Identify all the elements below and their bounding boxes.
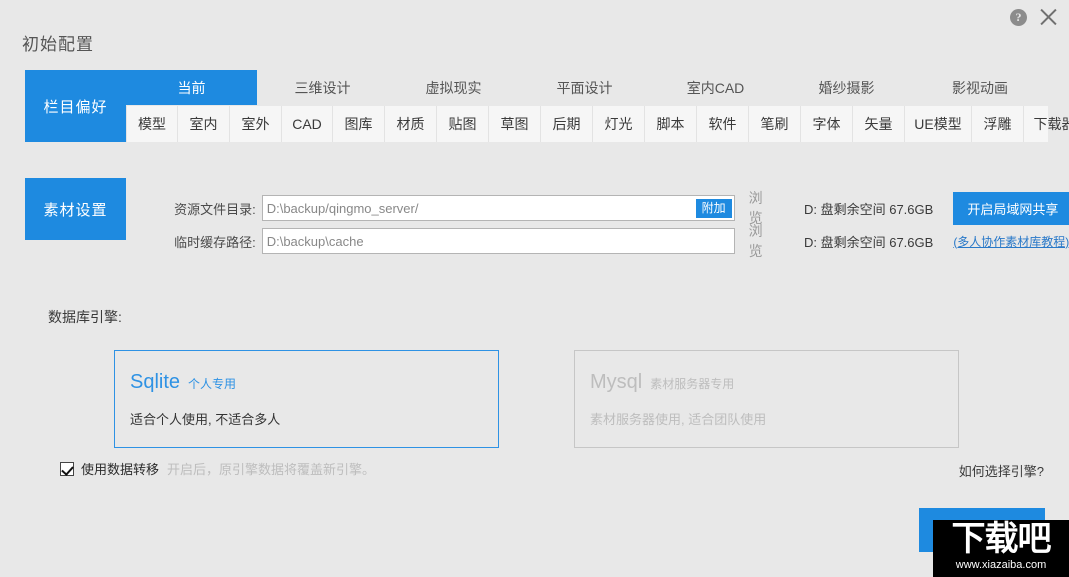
sidebar-item-label: 栏目偏好 (43, 98, 108, 116)
attach-button[interactable]: 附加 (695, 199, 732, 218)
tab-sub-label: 下载器 (1033, 116, 1069, 132)
db-option-sqlite[interactable]: Sqlite 个人专用 适合个人使用, 不适合多人 (114, 350, 499, 448)
db-engine-label: 数据库引擎: (48, 309, 122, 325)
tab-top-label: 虚拟现实 (425, 79, 482, 96)
resource-dir-input[interactable] (266, 200, 730, 216)
tab-top-0[interactable]: 当前 (126, 70, 257, 105)
tab-sub-label: 矢量 (864, 116, 893, 132)
data-migration-row: 使用数据转移 开启后，原引擎数据将覆盖新引擎。 (60, 459, 375, 478)
tab-sub-label: 浮雕 (983, 116, 1012, 132)
tab-top-2[interactable]: 虚拟现实 (388, 70, 519, 105)
tab-top-1[interactable]: 三维设计 (257, 70, 388, 105)
db-option-mysql-header: Mysql 素材服务器专用 (590, 371, 734, 394)
tab-sub-label: 字体 (812, 116, 841, 132)
watermark-main-text: 下载吧 (951, 520, 1052, 559)
watermark-url-text: www.xiazaiba.com (955, 559, 1047, 571)
tab-sub-17[interactable]: 下载器 (1024, 106, 1069, 142)
tab-top-label: 影视动画 (952, 79, 1008, 96)
data-migration-note: 开启后，原引擎数据将覆盖新引擎。 (167, 462, 376, 477)
tab-sub-label: 室外 (241, 116, 270, 132)
data-migration-label[interactable]: 使用数据转移 (81, 459, 159, 478)
tab-sub-label: 材质 (396, 116, 425, 132)
tab-top-6[interactable]: 影视动画 (912, 70, 1048, 105)
tab-top-3[interactable]: 平面设计 (519, 70, 650, 105)
tab-sub-12[interactable]: 笔刷 (749, 106, 801, 142)
collaboration-tutorial-link[interactable]: (多人协作素材库教程) (953, 233, 1069, 250)
tab-sub-15[interactable]: UE模型 (905, 106, 972, 142)
db-option-sqlite-desc: 适合个人使用, 不适合多人 (130, 412, 281, 427)
enable-lan-share-button[interactable]: 开启局域网共享 (953, 191, 1069, 225)
tab-sub-8[interactable]: 后期 (541, 106, 593, 142)
tab-sub-label: 草图 (500, 116, 529, 132)
secondary-tab-bar: 模型 室内 室外 CAD 图库 材质 贴图 草图 后期 灯光 脚本 软件 笔刷 字体 矢量 UE模型 浮雕 下载器 (126, 106, 1069, 142)
tab-top-label: 三维设计 (294, 79, 351, 96)
help-circle-icon[interactable]: ? (1010, 8, 1027, 26)
tab-sub-10[interactable]: 脚本 (645, 106, 697, 142)
browse-button-cache-path[interactable]: 浏览 (749, 221, 776, 261)
cache-path-field-wrapper (261, 228, 735, 254)
tab-sub-label: 笔刷 (760, 116, 789, 132)
tab-sub-label: 贴图 (448, 116, 477, 132)
tab-sub-7[interactable]: 草图 (489, 106, 541, 142)
tab-sub-label: UE模型 (914, 116, 962, 132)
tab-sub-label: 后期 (552, 116, 581, 132)
cache-path-label: 临时缓存路径: (174, 234, 256, 250)
disk-space-resource-dir: D: 盘剩余空间 67.6GB (804, 201, 934, 217)
resource-dir-label: 资源文件目录: (174, 201, 256, 217)
tab-sub-label: 图库 (344, 116, 373, 132)
tab-sub-3[interactable]: CAD (282, 106, 333, 142)
tab-sub-14[interactable]: 矢量 (853, 106, 905, 142)
data-migration-checkbox[interactable] (60, 461, 74, 476)
sidebar-item-label: 素材设置 (43, 201, 108, 219)
sidebar-item-material-settings[interactable]: 素材设置 (25, 178, 126, 240)
tab-sub-label: 脚本 (656, 116, 685, 132)
db-option-mysql[interactable]: Mysql 素材服务器专用 素材服务器使用, 适合团队使用 (574, 350, 959, 448)
watermark-overlay: 下载吧 www.xiazaiba.com (933, 520, 1069, 577)
page-title: 初始配置 (22, 35, 94, 54)
tab-sub-label: 灯光 (604, 116, 633, 132)
how-to-choose-engine-link[interactable]: 如何选择引擎? (959, 461, 1044, 480)
sidebar-item-column-preference[interactable]: 栏目偏好 (25, 70, 126, 142)
disk-space-cache-path: D: 盘剩余空间 67.6GB (804, 234, 934, 250)
window-controls: ? (1010, 0, 1069, 28)
tab-sub-0[interactable]: 模型 (126, 106, 178, 142)
db-option-sqlite-header: Sqlite 个人专用 (130, 371, 236, 394)
tab-sub-1[interactable]: 室内 (178, 106, 230, 142)
tab-sub-5[interactable]: 材质 (385, 106, 437, 142)
tab-top-label: 平面设计 (556, 79, 613, 96)
tab-sub-label: 软件 (708, 116, 737, 132)
db-option-mysql-name: Mysql (590, 371, 643, 393)
cache-path-row: 临时缓存路径: 浏览 D: 盘剩余空间 67.6GB (多人协作素材库教程) (160, 221, 1069, 261)
tab-top-5[interactable]: 婚纱摄影 (781, 70, 912, 105)
tab-top-label: 室内CAD (686, 79, 745, 96)
primary-tab-bar: 当前 三维设计 虚拟现实 平面设计 室内CAD 婚纱摄影 影视动画 (126, 70, 1048, 105)
tab-sub-16[interactable]: 浮雕 (972, 106, 1024, 142)
close-icon[interactable] (1037, 6, 1059, 28)
tab-sub-6[interactable]: 贴图 (437, 106, 489, 142)
db-option-sqlite-tag: 个人专用 (188, 377, 237, 391)
tab-sub-13[interactable]: 字体 (801, 106, 853, 142)
db-option-sqlite-name: Sqlite (130, 371, 181, 393)
tab-sub-label: 模型 (138, 116, 166, 132)
tab-sub-label: CAD (292, 116, 322, 132)
tab-sub-9[interactable]: 灯光 (593, 106, 645, 142)
tab-top-label: 婚纱摄影 (818, 79, 875, 96)
tab-sub-4[interactable]: 图库 (333, 106, 385, 142)
tab-top-4[interactable]: 室内CAD (650, 70, 781, 105)
initial-config-window: ? 初始配置 栏目偏好 素材设置 当前 三维设计 虚拟现实 平面设计 室内CAD 婚纱摄影… (0, 0, 1069, 577)
db-option-mysql-desc: 素材服务器使用, 适合团队使用 (590, 412, 767, 427)
tab-sub-2[interactable]: 室外 (230, 106, 282, 142)
resource-dir-field-wrapper: 附加 (261, 195, 735, 221)
cache-path-input[interactable] (266, 233, 730, 249)
tab-sub-label: 室内 (189, 116, 218, 132)
db-option-mysql-tag: 素材服务器专用 (650, 377, 735, 391)
tab-top-label: 当前 (177, 79, 206, 96)
tab-sub-11[interactable]: 软件 (697, 106, 749, 142)
